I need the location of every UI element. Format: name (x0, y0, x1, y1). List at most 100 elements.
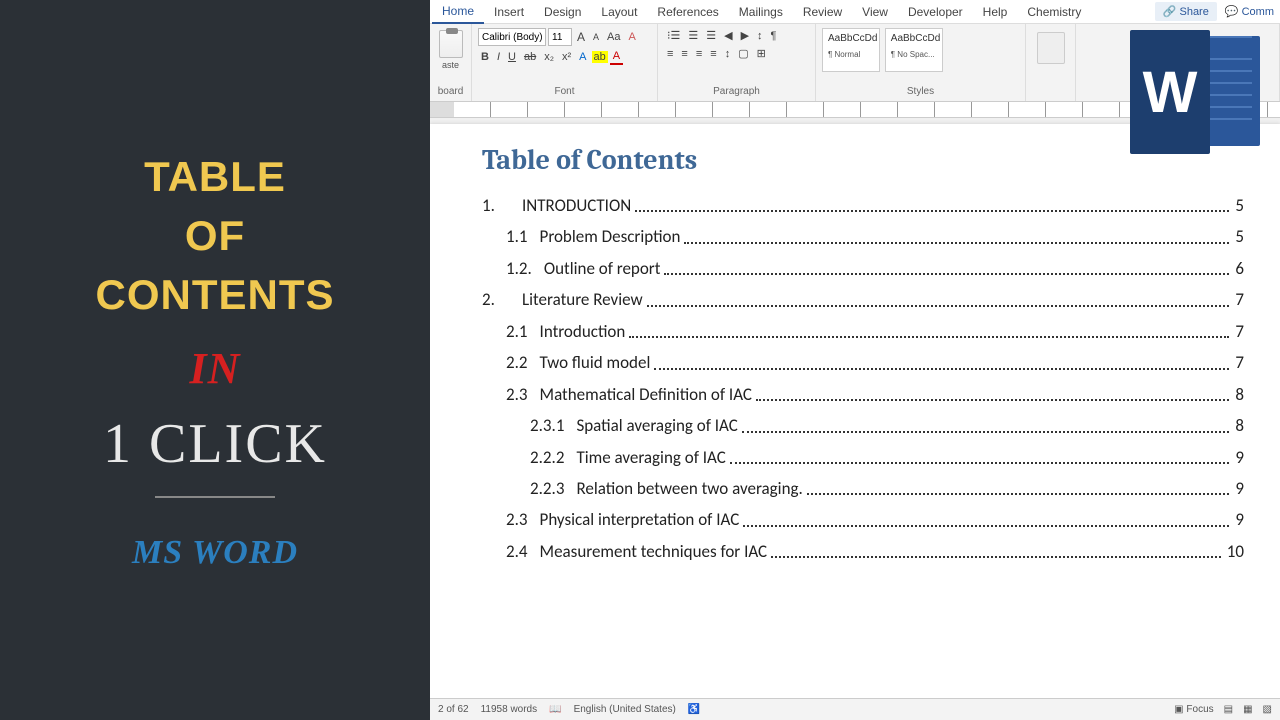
toc-entry[interactable]: 1.2. Outline of report 6 (482, 253, 1244, 284)
toc-entry[interactable]: 2.1Introduction7 (482, 316, 1244, 347)
tab-layout[interactable]: Layout (591, 1, 647, 23)
tab-home[interactable]: Home (432, 0, 484, 24)
text-effect-icon[interactable]: A (576, 50, 589, 64)
toc-entry[interactable]: 2.2.3Relation between two averaging.9 (482, 473, 1244, 504)
toc-entry[interactable]: 2.3Mathematical Definition of IAC8 (482, 379, 1244, 410)
promo-divider (155, 496, 275, 498)
line-spacing-icon[interactable]: ↕ (722, 47, 734, 61)
toc-entry[interactable]: 1.INTRODUCTION5 (482, 190, 1244, 221)
toc-num: 1.1 (506, 221, 528, 252)
tab-design[interactable]: Design (534, 1, 591, 23)
paste-label: aste (436, 60, 465, 70)
promo-line-6: MS WORD (132, 534, 298, 572)
tab-review[interactable]: Review (793, 1, 852, 23)
underline-icon[interactable]: U (505, 50, 519, 64)
toc-page: 9 (1233, 504, 1244, 535)
tab-help[interactable]: Help (973, 1, 1018, 23)
status-spellcheck-icon[interactable]: 📖 (549, 704, 561, 715)
toc-dots (743, 525, 1229, 527)
toc-entry[interactable]: 1.1 Problem Description 5 (482, 221, 1244, 252)
view-read-icon[interactable]: ▤ (1224, 704, 1233, 715)
align-right-icon[interactable]: ≡ (693, 47, 705, 61)
align-center-icon[interactable]: ≡ (678, 47, 690, 61)
statusbar: 2 of 62 11958 words 📖 English (United St… (430, 698, 1280, 720)
comments-button[interactable]: 💬 Comm (1219, 2, 1280, 21)
document-area[interactable]: Table of Contents 1.INTRODUCTION51.1Prob… (430, 118, 1280, 698)
subscript-icon[interactable]: x₂ (541, 50, 557, 64)
toc-entry[interactable]: 2.4Measurement techniques for IAC10 (482, 536, 1244, 567)
group-font-label: Font (478, 86, 651, 97)
shading-icon[interactable]: ▢ (735, 46, 751, 61)
toc-page: 9 (1233, 442, 1244, 473)
highlight-icon[interactable]: ab (592, 51, 608, 63)
toc-entry[interactable]: 2.3Physical interpretation of IAC9 (482, 504, 1244, 535)
paste-icon[interactable] (439, 30, 463, 58)
grow-font-icon[interactable]: A (574, 29, 588, 45)
share-button[interactable]: 🔗 Share (1155, 2, 1217, 21)
toc-num: 1.2. (506, 253, 532, 284)
toc-num: 2.4 (506, 536, 528, 567)
group-styles-label: Styles (822, 86, 1019, 97)
style-normal[interactable]: AaBbCcDd ¶ Normal (822, 28, 880, 72)
toc-text: Literature Review (522, 284, 643, 315)
bullets-icon[interactable]: ⁝☰ (664, 28, 683, 43)
increase-indent-icon[interactable]: ▶ (738, 28, 752, 43)
view-print-icon[interactable]: ▦ (1243, 704, 1252, 715)
promo-line-1: TABLE (144, 148, 286, 207)
clear-format-icon[interactable]: A (626, 30, 639, 44)
toc-entry[interactable]: 2.2.2Time averaging of IAC9 (482, 442, 1244, 473)
bold-icon[interactable]: B (478, 50, 492, 64)
toc-page: 6 (1233, 253, 1244, 284)
style-nospacing[interactable]: AaBbCcDd ¶ No Spac... (885, 28, 943, 72)
font-color-icon[interactable]: A (610, 49, 623, 65)
status-words[interactable]: 11958 words (481, 704, 538, 715)
group-clipboard: aste board (430, 24, 472, 101)
toc-text: Outline of report (544, 253, 661, 284)
promo-line-4: IN (190, 343, 241, 394)
toc-entry[interactable]: 2.2Two fluid model7 (482, 347, 1244, 378)
toc-text: Measurement techniques for IAC (540, 536, 768, 567)
superscript-icon[interactable]: x² (559, 50, 574, 64)
decrease-indent-icon[interactable]: ◀ (721, 28, 735, 43)
tab-mailings[interactable]: Mailings (729, 1, 793, 23)
toc-page: 5 (1233, 221, 1244, 252)
toc-page: 5 (1233, 190, 1244, 221)
status-accessibility-icon[interactable]: ♿ (688, 704, 700, 715)
status-language[interactable]: English (United States) (574, 704, 676, 715)
tab-insert[interactable]: Insert (484, 1, 534, 23)
sort-icon[interactable]: ↕ (754, 29, 766, 43)
toc-page: 7 (1233, 316, 1244, 347)
borders-icon[interactable]: ⊞ (754, 46, 769, 61)
change-case-icon[interactable]: Aa (604, 30, 623, 44)
toc-text: Two fluid model (540, 347, 651, 378)
toc-text: INTRODUCTION (522, 190, 631, 221)
view-web-icon[interactable]: ▧ (1263, 704, 1272, 715)
tab-view[interactable]: View (852, 1, 898, 23)
tab-references[interactable]: References (647, 1, 728, 23)
promo-line-5: 1 CLICK (103, 412, 327, 476)
justify-icon[interactable]: ≡ (707, 47, 719, 61)
show-marks-icon[interactable]: ¶ (768, 29, 780, 43)
font-size-select[interactable] (548, 28, 572, 46)
font-name-select[interactable] (478, 28, 546, 46)
toc-num: 2.3 (506, 504, 528, 535)
toc-num: 2.2.3 (530, 473, 564, 504)
multilevel-icon[interactable]: ☰ (703, 28, 719, 43)
numbering-icon[interactable]: ☰ (685, 28, 701, 43)
toc-page: 8 (1233, 379, 1244, 410)
toc-text: Problem Description (540, 221, 681, 252)
group-clipboard-label: board (436, 86, 465, 97)
toc-entry[interactable]: 2.Literature Review7 (482, 284, 1244, 315)
promo-line-2: OF (185, 207, 245, 266)
tab-chemistry[interactable]: Chemistry (1017, 1, 1091, 23)
toc-dots (635, 210, 1229, 212)
tab-developer[interactable]: Developer (898, 1, 973, 23)
status-page[interactable]: 2 of 62 (438, 704, 469, 715)
shrink-font-icon[interactable]: A (590, 31, 602, 43)
align-left-icon[interactable]: ≡ (664, 47, 676, 61)
editing-icon[interactable] (1037, 32, 1065, 64)
toc-entry[interactable]: 2.3.1Spatial averaging of IAC8 (482, 410, 1244, 441)
italic-icon[interactable]: I (494, 50, 503, 64)
status-focus[interactable]: ▣ Focus (1174, 704, 1213, 715)
strike-icon[interactable]: ab (521, 50, 539, 64)
